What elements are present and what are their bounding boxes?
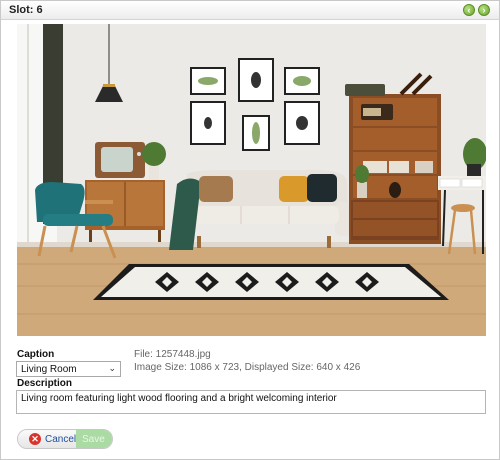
- description-label: Description: [17, 378, 73, 389]
- save-label: Save: [82, 434, 105, 445]
- description-input[interactable]: Living room featuring light wood floorin…: [16, 390, 486, 414]
- image-slot-dialog: Slot: 6 ‹ › Caption Living Room ⌄ File: …: [0, 0, 500, 460]
- action-buttons: ✕ Cancel Save: [17, 429, 113, 449]
- dialog-titlebar: Slot: 6 ‹ ›: [1, 1, 499, 20]
- file-name-text: File: 1257448.jpg: [134, 349, 211, 360]
- caption-label: Caption: [17, 349, 55, 360]
- cancel-button[interactable]: ✕ Cancel: [18, 430, 76, 448]
- cancel-label: Cancel: [45, 434, 77, 445]
- living-room-photo: [17, 24, 486, 336]
- save-button[interactable]: Save: [76, 430, 112, 448]
- caption-selected-value: Living Room: [21, 364, 77, 375]
- close-circle-icon: ✕: [29, 433, 41, 445]
- chevron-down-icon: ⌄: [108, 363, 116, 373]
- image-size-text: Image Size: 1086 x 723, Displayed Size: …: [134, 362, 361, 373]
- dialog-title: Slot: 6: [9, 4, 43, 16]
- previous-slot-icon[interactable]: ‹: [463, 4, 475, 16]
- caption-select[interactable]: Living Room ⌄: [16, 361, 121, 377]
- next-slot-icon[interactable]: ›: [478, 4, 490, 16]
